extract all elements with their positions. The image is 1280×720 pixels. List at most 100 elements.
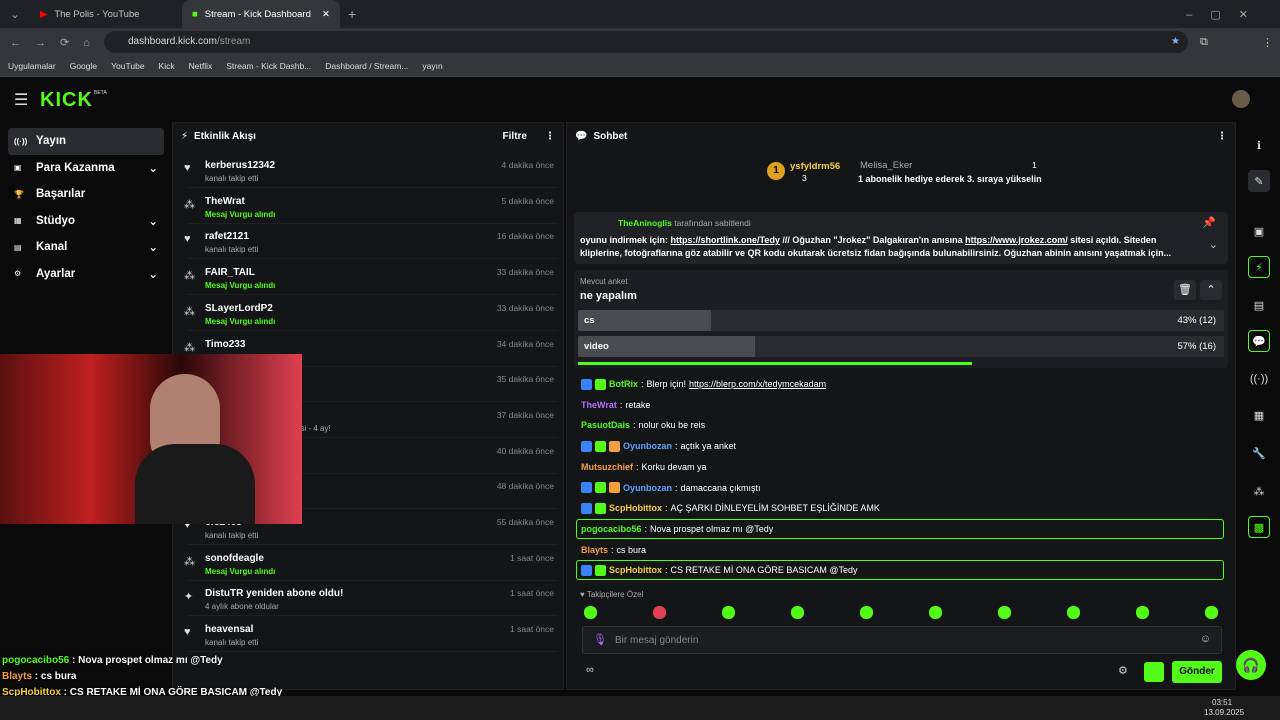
sidebar-item-2[interactable]: 🏆 Başarılar xyxy=(8,181,164,208)
emote-icon[interactable] xyxy=(860,606,873,619)
gear-icon[interactable]: ⚙ xyxy=(1118,664,1128,677)
event-name: DistuTR yeniden abone oldu! xyxy=(205,588,344,600)
window-controls[interactable]: –▢✕ xyxy=(1186,8,1266,21)
points-icon[interactable]: ∞ xyxy=(586,664,594,676)
bookmark-google[interactable]: Google xyxy=(70,61,97,71)
nav-buttons[interactable]: ←→⟳⌂ xyxy=(10,36,104,49)
poll-option[interactable]: cs 43% (12) xyxy=(578,310,1224,331)
close-icon[interactable]: ✕ xyxy=(322,9,330,20)
url-field[interactable]: dashboard.kick.com/stream ★ xyxy=(104,31,1188,53)
emote-icon[interactable] xyxy=(1205,606,1218,619)
kick-logo[interactable]: KICK xyxy=(40,89,93,112)
pin-icon[interactable]: 📌 xyxy=(1202,216,1216,229)
chevron-up-icon[interactable]: ⌃ xyxy=(1200,280,1222,300)
chat-icon[interactable]: 💬 xyxy=(1248,330,1270,352)
emote-icon[interactable] xyxy=(929,606,942,619)
badge-icon xyxy=(609,440,620,452)
emoji-icon[interactable]: ☺ xyxy=(1200,633,1211,645)
emote-icon[interactable] xyxy=(584,606,597,619)
chat-text: Blerp için! xyxy=(646,379,687,389)
emote-icon[interactable] xyxy=(1067,606,1080,619)
clapper-icon[interactable]: ▩ xyxy=(1248,516,1270,538)
poll-option[interactable]: video 57% (16) xyxy=(578,336,1224,357)
sidebar-item-3[interactable]: ▦ Stüdyo ⌄ xyxy=(8,208,164,235)
poll: Mevcut anket ne yapalım 🗑 ⌃ cs 43% (12) vi… xyxy=(574,270,1228,368)
chat-link[interactable]: https://blerp.com/x/tedymcekadam xyxy=(689,379,826,389)
emote-icon[interactable] xyxy=(1136,606,1149,619)
chat-username[interactable]: PasuotDais xyxy=(581,420,630,430)
bookmark-youtube[interactable]: YouTube xyxy=(111,61,144,71)
star-icon[interactable]: ★ xyxy=(1171,31,1180,53)
bookmark-stream[interactable]: Stream - Kick Dashb... xyxy=(226,61,311,71)
hamburger-icon[interactable]: ☰ xyxy=(14,90,28,110)
sidebar-item-1[interactable]: ▣ Para Kazanma ⌄ xyxy=(8,155,164,182)
pinned-link[interactable]: https://www.jrokez.com/ xyxy=(965,235,1068,245)
bolt-icon[interactable]: ⚡ xyxy=(1248,256,1270,278)
chevron-down-icon[interactable]: ⌄ xyxy=(148,240,158,254)
tab-kick-dashboard[interactable]: ■ Stream - Kick Dashboard ✕ xyxy=(182,0,340,28)
delete-icon[interactable]: 🗑 xyxy=(1174,280,1196,300)
more-icon[interactable]: ⋮ xyxy=(545,131,555,142)
taskbar: 03:51 13.09.2025 xyxy=(0,696,1280,720)
poll-option-name: cs xyxy=(584,315,595,326)
chat-username[interactable]: Blayts xyxy=(581,545,608,555)
sidebar-item-label: Stüdyo xyxy=(36,214,75,227)
chat-username[interactable]: pogocacibo56 xyxy=(581,524,642,534)
edit-icon[interactable]: ✎ xyxy=(1248,170,1270,192)
bookmark-apps[interactable]: Uygulamalar xyxy=(8,61,56,71)
emote-icon[interactable] xyxy=(998,606,1011,619)
chat-username[interactable]: Mutsuzchief xyxy=(581,462,633,472)
activity-header: ⚡ Etkinlik Akışı Filtre ⋮ xyxy=(173,123,563,149)
follow-icon: ♥ xyxy=(184,162,191,174)
chat-message: ScpHobittox: AÇ ŞARKI DİNLEYELİM SOHBET … xyxy=(578,500,880,516)
tab-youtube[interactable]: ▶ The Polis - YouTube xyxy=(30,0,182,28)
event-time: 33 dakika önce xyxy=(496,302,554,313)
chat-username[interactable]: TheWrat xyxy=(581,400,617,410)
pinned-link[interactable]: https://shortlink.one/Tedy xyxy=(671,235,780,245)
bookmark-kick[interactable]: Kick xyxy=(159,61,175,71)
sidebar-item-4[interactable]: ▤ Kanal ⌄ xyxy=(8,234,164,261)
emote-icon[interactable] xyxy=(722,606,735,619)
broadcast-icon[interactable]: ((·)) xyxy=(1248,368,1270,390)
event-row: ♥ kerberus12342 kanalı takip etti 4 dakika … xyxy=(184,152,558,188)
chat-username[interactable]: BotRix xyxy=(609,379,638,389)
event-name: rafet2121 xyxy=(205,231,249,243)
mic-icon[interactable]: 🎙 xyxy=(593,633,607,646)
layout-icon[interactable]: ▦ xyxy=(1248,404,1270,426)
bookmark-folder[interactable]: yayın xyxy=(422,61,442,71)
support-icon[interactable]: 🎧 xyxy=(1236,650,1266,680)
wrench-icon[interactable]: 🔧 xyxy=(1248,442,1270,464)
emote-icon[interactable] xyxy=(653,606,666,619)
doc-icon[interactable]: ▤ xyxy=(1248,294,1270,316)
chevron-down-icon[interactable]: ⌄ xyxy=(148,161,158,175)
filter-button[interactable]: Filtre xyxy=(503,131,527,142)
chat-username[interactable]: Oyunbozan xyxy=(623,441,672,451)
event-time: 35 dakika önce xyxy=(496,374,554,385)
info-icon[interactable]: ℹ xyxy=(1248,134,1270,156)
bookmark-dashboard[interactable]: Dashboard / Stream... xyxy=(325,61,408,71)
bot-icon[interactable] xyxy=(1144,662,1164,682)
new-tab-icon[interactable]: + xyxy=(348,6,356,22)
tab-search-icon[interactable]: ⌄ xyxy=(0,8,30,21)
community-icon[interactable]: ⁂ xyxy=(1248,480,1270,502)
chat-input[interactable]: 🎙 Bir mesaj gönderin ☺ xyxy=(582,626,1222,654)
chat-username[interactable]: ScpHobittox xyxy=(609,503,662,513)
bookmark-netflix[interactable]: Netflix xyxy=(189,61,213,71)
more-icon[interactable]: ⋮ xyxy=(1217,131,1227,142)
sidebar-item-5[interactable]: ⚙ Ayarlar ⌄ xyxy=(8,261,164,288)
extensions-icon[interactable]: ⧉ xyxy=(1200,36,1208,49)
chat-username[interactable]: ScpHobittox xyxy=(609,565,662,575)
send-button[interactable]: Gönder xyxy=(1172,661,1222,683)
screen-icon[interactable]: ▣ xyxy=(1248,220,1270,242)
avatar[interactable] xyxy=(1232,90,1250,108)
chevron-down-icon[interactable]: ⌄ xyxy=(1209,238,1218,251)
emote-icon[interactable] xyxy=(791,606,804,619)
chevron-down-icon[interactable]: ⌄ xyxy=(148,214,158,228)
beta-badge: BETA xyxy=(94,90,107,96)
chat-text: Korku devam ya xyxy=(641,461,707,472)
sidebar-item-0[interactable]: ((·)) Yayın xyxy=(8,128,164,155)
chat-username[interactable]: Oyunbozan xyxy=(623,483,672,493)
chevron-down-icon[interactable]: ⌄ xyxy=(148,267,158,281)
menu-icon[interactable]: ⋮ xyxy=(1262,36,1273,49)
sidebar-item-label: Kanal xyxy=(36,241,68,254)
